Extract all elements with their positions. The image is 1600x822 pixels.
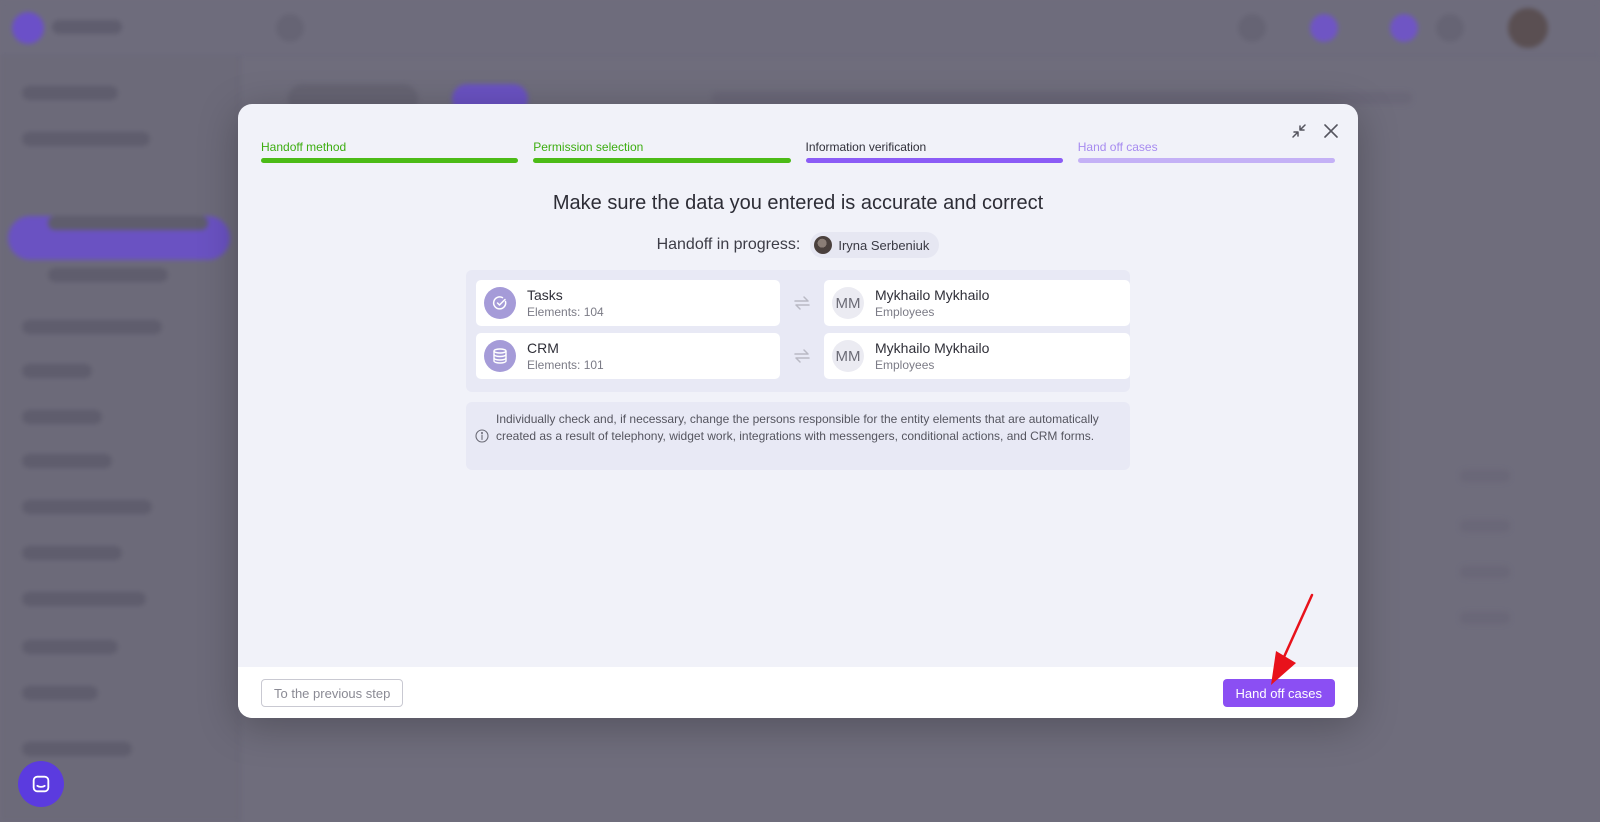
transfer-arrow-icon xyxy=(794,296,810,310)
close-button[interactable] xyxy=(1320,120,1342,142)
background-logo-text xyxy=(52,20,122,34)
background-sidebar-item xyxy=(22,546,122,560)
entity-list: Tasks Elements: 104 MM Mykhailo Mykhailo… xyxy=(466,270,1130,392)
background-sidebar-item xyxy=(22,686,98,700)
background-line xyxy=(1460,612,1510,624)
background-sidebar-item xyxy=(22,742,132,756)
modal-title: Make sure the data you entered is accura… xyxy=(552,192,1044,214)
handoff-progress-label: Handoff in progress: xyxy=(656,236,801,253)
assignee-name: Mykhailo Mykhailo xyxy=(875,286,990,303)
background-sidebar-item xyxy=(22,364,92,378)
entity-card: CRM Elements: 101 xyxy=(476,333,780,379)
crm-database-icon xyxy=(484,340,516,372)
background-sidebar-item xyxy=(22,500,152,514)
background-sidebar-item xyxy=(48,268,168,282)
background-notification-icon xyxy=(1310,14,1338,42)
background-sidebar-item xyxy=(22,132,150,146)
background-search-bar xyxy=(712,92,1412,104)
tasks-check-icon xyxy=(484,287,516,319)
step-bar xyxy=(1077,158,1335,163)
handoff-progress: Handoff in progress: Iryna Serbeniuk xyxy=(238,232,1358,258)
step-label: Hand off cases xyxy=(1077,140,1158,154)
entity-name: Tasks xyxy=(527,286,563,303)
background-topbar xyxy=(0,0,1600,56)
background-sidebar-item xyxy=(22,592,146,606)
previous-step-button[interactable]: To the previous step xyxy=(261,679,404,707)
assignee-name: Mykhailo Mykhailo xyxy=(875,339,990,356)
avatar xyxy=(814,236,833,254)
background-avatar xyxy=(1508,8,1548,48)
modal-controls xyxy=(1288,120,1342,142)
step-permission-selection: Permission selection xyxy=(533,140,791,163)
step-handoff-method: Handoff method xyxy=(261,140,519,163)
modal-footer: To the previous step Hand off cases xyxy=(238,667,1358,718)
background-search-icon xyxy=(1238,14,1266,42)
entity-row-crm: CRM Elements: 101 MM Mykhailo Mykhailo E… xyxy=(476,333,1130,379)
background-line xyxy=(1460,470,1510,482)
step-label: Information verification xyxy=(805,140,927,154)
background-sidebar-item xyxy=(22,454,112,468)
user-chip: Iryna Serbeniuk xyxy=(810,232,940,258)
transfer-arrow-icon xyxy=(794,349,810,363)
background-sidebar-item xyxy=(22,320,162,334)
background-sidebar xyxy=(0,56,240,822)
collapse-button[interactable] xyxy=(1288,120,1310,142)
background-sidebar-item xyxy=(22,640,118,654)
chat-icon xyxy=(32,775,50,793)
info-notice: Individually check and, if necessary, ch… xyxy=(466,402,1130,470)
user-chip-name: Iryna Serbeniuk xyxy=(838,237,930,253)
entity-card: Tasks Elements: 104 xyxy=(476,280,780,326)
assignee-role: Employees xyxy=(875,357,935,372)
step-label: Permission selection xyxy=(533,140,644,154)
background-logo xyxy=(12,12,44,44)
step-progress: Handoff method Permission selection Info… xyxy=(261,140,1335,163)
entity-count: Elements: 104 xyxy=(527,304,604,319)
background-sidebar-item xyxy=(22,86,118,100)
step-bar xyxy=(261,158,519,163)
step-label: Handoff method xyxy=(261,140,347,154)
background-sidebar-item xyxy=(22,410,102,424)
step-information-verification: Information verification xyxy=(805,140,1063,163)
hand-off-cases-button[interactable]: Hand off cases xyxy=(1222,679,1335,707)
entity-row-tasks: Tasks Elements: 104 MM Mykhailo Mykhailo… xyxy=(476,280,1130,326)
collapse-icon xyxy=(1292,124,1306,138)
handoff-modal: Handoff method Permission selection Info… xyxy=(238,104,1358,718)
step-bar xyxy=(805,158,1063,163)
assignee-role: Employees xyxy=(875,304,935,319)
background-line xyxy=(1460,520,1510,532)
background-sidebar-item xyxy=(48,216,208,230)
close-icon xyxy=(1324,124,1338,138)
background-messages-icon xyxy=(1390,14,1418,42)
assignee-card[interactable]: MM Mykhailo Mykhailo Employees xyxy=(824,280,1130,326)
assignee-avatar: MM xyxy=(832,287,864,319)
info-notice-text: Individually check and, if necessary, ch… xyxy=(496,412,1099,443)
background-line xyxy=(1460,566,1510,578)
entity-count: Elements: 101 xyxy=(527,357,604,372)
assignee-card[interactable]: MM Mykhailo Mykhailo Employees xyxy=(824,333,1130,379)
entity-name: CRM xyxy=(527,339,559,356)
step-bar xyxy=(533,158,791,163)
step-hand-off-cases: Hand off cases xyxy=(1077,140,1335,163)
info-icon xyxy=(475,429,489,443)
background-menu-icon xyxy=(276,14,304,42)
chat-widget-button[interactable] xyxy=(18,761,64,807)
background-help-icon xyxy=(1436,14,1464,42)
assignee-avatar: MM xyxy=(832,340,864,372)
